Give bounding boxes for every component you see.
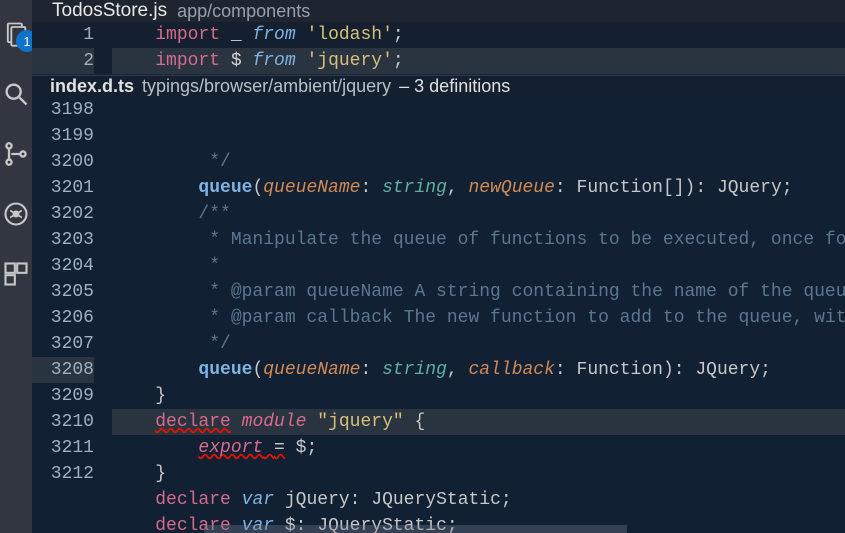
line-number: 3210 (32, 409, 94, 435)
code-line[interactable]: * @param queueName A string containing t… (112, 279, 845, 305)
peek-code[interactable]: */ queue(queueName: string, newQueue: Fu… (112, 97, 845, 533)
peek-count: – 3 definitions (399, 76, 510, 97)
code-line[interactable]: } (112, 461, 845, 487)
explorer-icon[interactable]: 1 (0, 18, 32, 50)
top-code[interactable]: import _ from 'lodash'; import $ from 'j… (112, 22, 845, 74)
code-line[interactable]: export = $; (112, 435, 845, 461)
line-number: 1 (32, 22, 94, 48)
code-line[interactable]: * Manipulate the queue of functions to b… (112, 227, 845, 253)
code-line[interactable]: */ (112, 331, 845, 357)
line-number: 3203 (32, 227, 94, 253)
code-line[interactable]: declare var jQuery: JQueryStatic; (112, 487, 845, 513)
line-number: 3206 (32, 305, 94, 331)
code-line[interactable]: queue(queueName: string, callback: Funct… (112, 357, 845, 383)
editor-area: TodosStore.js app/components 12 import _… (32, 0, 845, 533)
tab-filename: TodosStore.js (52, 0, 167, 22)
code-line[interactable]: /** (112, 201, 845, 227)
extensions-icon[interactable] (0, 258, 32, 290)
peek-editor[interactable]: 3198319932003201320232033204320532063207… (32, 97, 845, 533)
peek-path: typings/browser/ambient/jquery (142, 76, 391, 97)
top-gutter: 12 (32, 22, 112, 74)
line-number: 2 (32, 48, 94, 74)
peek-gutter: 3198319932003201320232033204320532063207… (32, 97, 112, 533)
line-number: 3204 (32, 253, 94, 279)
tab-path: app/components (177, 1, 310, 22)
line-number: 3205 (32, 279, 94, 305)
activity-bar: 1 (0, 0, 32, 533)
search-icon[interactable] (0, 78, 32, 110)
code-line[interactable]: import _ from 'lodash'; (112, 22, 845, 48)
editor-tab-header[interactable]: TodosStore.js app/components (32, 0, 845, 22)
code-line[interactable]: queue(queueName: string, newQueue: Funct… (112, 175, 845, 201)
peek-header[interactable]: index.d.ts typings/browser/ambient/jquer… (32, 75, 845, 97)
line-number: 3212 (32, 461, 94, 487)
debug-icon[interactable] (0, 198, 32, 230)
line-number: 3198 (32, 97, 94, 123)
code-line[interactable]: declare module "jquery" { (112, 409, 845, 435)
line-number: 3207 (32, 331, 94, 357)
line-number: 3209 (32, 383, 94, 409)
source-control-icon[interactable] (0, 138, 32, 170)
code-line[interactable]: import $ from 'jquery'; (112, 48, 845, 74)
code-line[interactable]: */ (112, 149, 845, 175)
line-number: 3211 (32, 435, 94, 461)
line-number: 3201 (32, 175, 94, 201)
code-line[interactable]: * (112, 253, 845, 279)
line-number: 3200 (32, 149, 94, 175)
code-line[interactable]: } (112, 383, 845, 409)
code-line[interactable]: * @param callback The new function to ad… (112, 305, 845, 331)
line-number: 3208 (32, 357, 94, 383)
peek-filename: index.d.ts (50, 76, 134, 97)
line-number: 3202 (32, 201, 94, 227)
line-number: 3199 (32, 123, 94, 149)
top-editor[interactable]: 12 import _ from 'lodash'; import $ from… (32, 22, 845, 74)
horizontal-scrollbar[interactable] (204, 525, 627, 533)
